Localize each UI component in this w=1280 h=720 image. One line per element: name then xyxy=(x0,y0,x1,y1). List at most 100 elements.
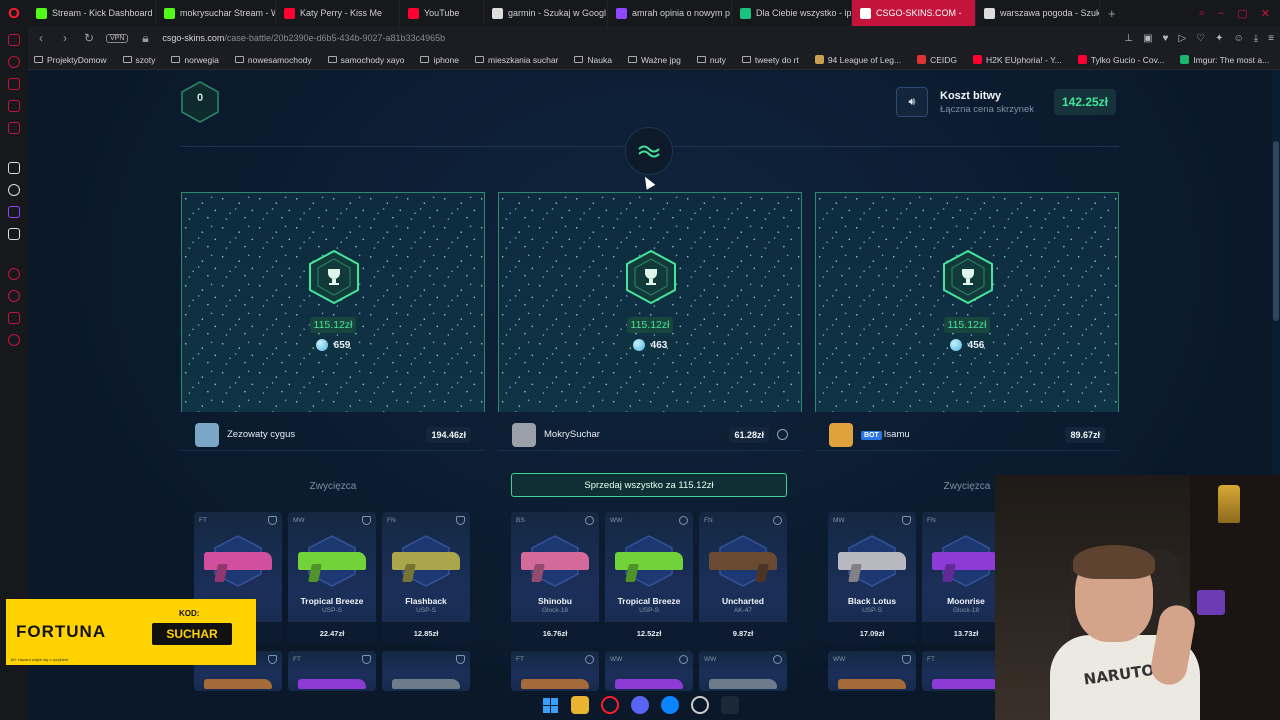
info-icon[interactable] xyxy=(679,655,688,664)
bookmark-item[interactable]: szoty xyxy=(122,55,155,65)
minimize-icon[interactable]: – xyxy=(1218,7,1224,20)
history-icon[interactable] xyxy=(8,56,20,68)
info-icon[interactable] xyxy=(773,655,782,664)
browser-tab[interactable]: amrah opinia o nowym p xyxy=(608,0,732,26)
shield-icon[interactable] xyxy=(268,516,277,525)
profile-icon[interactable]: ☺ xyxy=(1234,33,1244,44)
steam-icon[interactable] xyxy=(721,696,739,714)
bookmark-item[interactable]: mieszkania suchar xyxy=(475,55,558,65)
player-total-value: 89.67zł xyxy=(1065,426,1105,443)
item-card[interactable]: WW Tropical Breeze USP-S 12.52zł xyxy=(605,512,693,644)
bag-icon[interactable] xyxy=(8,78,20,90)
shield-icon[interactable] xyxy=(902,655,911,664)
discord-icon[interactable] xyxy=(631,696,649,714)
menu-icon[interactable]: ≡ xyxy=(1268,33,1274,44)
shield-icon[interactable] xyxy=(456,516,465,525)
item-card[interactable]: MW Black Lotus USP-S 17.09zł xyxy=(828,512,916,644)
cube-icon[interactable] xyxy=(8,312,20,324)
info-icon[interactable] xyxy=(679,516,688,525)
clock-icon[interactable] xyxy=(8,268,20,280)
bookmark-item[interactable]: Nauka xyxy=(574,55,612,65)
bookmark-item[interactable]: norwegia xyxy=(171,55,219,65)
play-icon[interactable]: ▷ xyxy=(1178,33,1186,44)
browser-tab[interactable]: Dla Ciebie wszystko - ip xyxy=(732,0,852,26)
chatgpt-icon[interactable] xyxy=(8,184,20,196)
new-tab-button[interactable]: + xyxy=(1100,6,1124,21)
bookmark-item[interactable]: samochody xayo xyxy=(327,55,404,65)
item-card[interactable]: MW Tropical Breeze USP-S 22.47zł xyxy=(288,512,376,644)
heart-icon[interactable] xyxy=(8,290,20,302)
item-card[interactable]: WW xyxy=(828,651,916,691)
bookmark-item[interactable]: nuty xyxy=(696,55,726,65)
x-icon[interactable] xyxy=(8,228,20,240)
item-condition: WW xyxy=(833,656,846,663)
browser-tab[interactable]: warszawa pogoda - Szuk xyxy=(976,0,1100,26)
item-card[interactable]: WW xyxy=(699,651,787,691)
info-icon[interactable] xyxy=(585,516,594,525)
shield-icon[interactable] xyxy=(902,516,911,525)
bookmark-item[interactable]: CEIDG xyxy=(917,55,957,65)
shield-icon[interactable] xyxy=(362,516,371,525)
close-window-icon[interactable]: ✕ xyxy=(1261,7,1270,20)
reload-icon[interactable]: ↻ xyxy=(82,31,96,45)
browser-tab[interactable]: Katy Perry - Kiss Me xyxy=(276,0,400,26)
browser-tab[interactable]: Stream - Kick Dashboard xyxy=(28,0,156,26)
forward-icon[interactable]: › xyxy=(58,31,72,45)
bookmark-item[interactable]: H2K EUphoria! - Y... xyxy=(973,55,1062,65)
info-icon[interactable] xyxy=(773,516,782,525)
item-card[interactable]: WW xyxy=(605,651,693,691)
obs-icon[interactable] xyxy=(691,696,709,714)
bookmark-item[interactable]: Imgur: The most a... xyxy=(1180,55,1269,65)
settings-icon[interactable] xyxy=(8,334,20,346)
bookmark-heart-icon[interactable]: ♡ xyxy=(1196,33,1205,44)
aria-icon[interactable] xyxy=(8,162,20,174)
weapon-skin-image xyxy=(709,679,777,689)
shield-icon[interactable] xyxy=(362,655,371,664)
bookmark-item[interactable]: Tylko Gucio - Cov... xyxy=(1077,55,1164,65)
messenger-taskbar-icon[interactable] xyxy=(661,696,679,714)
item-card[interactable]: BS Shinobu Glock-18 16.76zł xyxy=(511,512,599,644)
url-field[interactable]: csgo-skins.com/case-battle/20b2390e-d6b5… xyxy=(162,33,1114,43)
browser-tab[interactable]: YouTube xyxy=(400,0,484,26)
opera-logo-icon[interactable]: O xyxy=(0,0,28,26)
scrollbar-thumb[interactable] xyxy=(1273,141,1279,321)
bookmark-item[interactable]: nowesamochody xyxy=(234,55,312,65)
pocket-icon[interactable]: ♥ xyxy=(1163,33,1169,44)
shield-icon[interactable] xyxy=(456,655,465,664)
opera-taskbar-icon[interactable] xyxy=(601,696,619,714)
bookmark-item[interactable]: tweety do rt xyxy=(741,55,799,65)
bookmark-item[interactable]: 94 League of Leg... xyxy=(814,55,901,65)
item-card[interactable]: FT xyxy=(511,651,599,691)
item-card[interactable] xyxy=(382,651,470,691)
snapshot-icon[interactable]: ▣ xyxy=(1143,33,1152,44)
twitch-icon[interactable] xyxy=(8,206,20,218)
search-tabs-icon[interactable]: ⌕ xyxy=(1199,7,1205,20)
sell-all-button[interactable]: Sprzedaj wszystko za 115.12zł xyxy=(511,473,787,497)
maximize-icon[interactable]: ▢ xyxy=(1237,7,1247,20)
download-icon[interactable]: ⤓ xyxy=(1254,33,1258,44)
mail-icon[interactable] xyxy=(8,122,20,134)
item-card[interactable]: FT xyxy=(288,651,376,691)
player-name: BOT Isamu xyxy=(861,429,1057,440)
shield-icon[interactable] xyxy=(268,655,277,664)
item-card[interactable]: FN Uncharted AK-47 9.87zł xyxy=(699,512,787,644)
bookmark-item[interactable]: ProjektyDomow xyxy=(34,55,107,65)
instagram-icon[interactable] xyxy=(8,100,20,112)
bookmark-item[interactable]: Ważne jpg xyxy=(627,55,681,65)
vpn-badge[interactable]: VPN xyxy=(106,33,129,43)
browser-tab[interactable]: garmin - Szukaj w Googl xyxy=(484,0,608,26)
back-icon[interactable]: ‹ xyxy=(34,31,48,45)
item-card[interactable]: FN Flashback USP-S 12.85zł xyxy=(382,512,470,644)
browser-tab[interactable]: mokrysuchar Stream - W xyxy=(156,0,276,26)
info-icon[interactable] xyxy=(585,655,594,664)
site-favicon-icon xyxy=(814,55,824,64)
sound-toggle-button[interactable]: 🔊︎ xyxy=(896,87,928,117)
bookmark-item[interactable]: iphone xyxy=(420,55,459,65)
emoji-icon[interactable] xyxy=(777,429,788,440)
extensions-icon[interactable]: ✦ xyxy=(1215,33,1223,44)
browser-tab[interactable]: CSGO-SKINS.COM - xyxy=(852,0,976,26)
messenger-icon[interactable] xyxy=(8,34,20,46)
pin-icon[interactable]: ⊥ xyxy=(1124,33,1133,44)
file-explorer-icon[interactable] xyxy=(571,696,589,714)
windows-start-icon[interactable] xyxy=(541,696,559,714)
